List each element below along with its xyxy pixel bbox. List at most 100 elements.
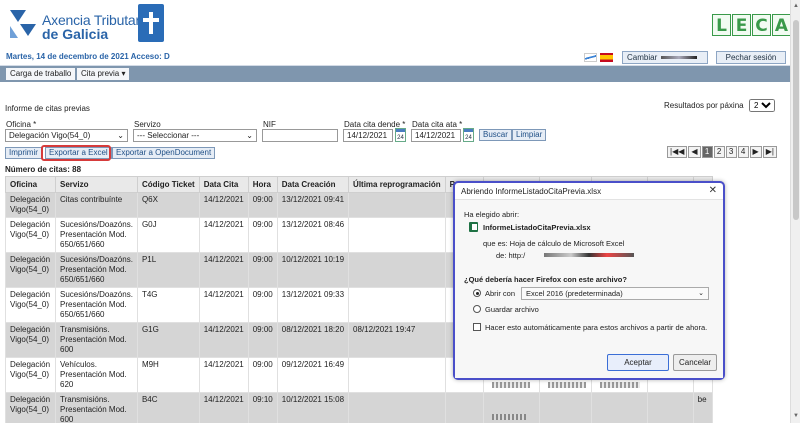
redacted-text <box>661 56 698 60</box>
calendar-to-icon[interactable]: 24 <box>463 128 474 142</box>
table-cell <box>348 357 446 393</box>
file-name: InformeListadoCitaPrevia.xlsx <box>483 223 591 232</box>
results-per-page-select[interactable]: 20 <box>749 99 775 112</box>
table-cell: 09:10 <box>247 392 278 423</box>
table-cell: 13/12/2021 09:33 <box>276 287 350 323</box>
spanish-flag-icon[interactable] <box>600 53 613 62</box>
table-cell: 14/12/2021 <box>198 217 249 253</box>
page-1-button[interactable]: 1 <box>701 146 713 158</box>
oficina-select[interactable]: Delegación Vigo(54_0) ⌄ <box>5 129 128 142</box>
page-3-button[interactable]: 3 <box>725 146 737 158</box>
table-cell: Sucesións/Doazóns. Presentación Mod. 650… <box>55 217 138 253</box>
scroll-down-icon[interactable]: ▼ <box>792 412 800 420</box>
open-with-app-value: Excel 2016 (predeterminada) <box>526 289 623 298</box>
column-header[interactable]: Oficina <box>5 176 56 193</box>
dialog-title: Abriendo InformeListadoCitaPrevia.xlsx <box>461 187 602 196</box>
table-cell <box>348 192 446 218</box>
results-label: Resultados por páxina <box>664 101 744 110</box>
open-with-label[interactable]: Abrir con <box>485 289 515 298</box>
file-type: que es: Hoja de cálculo de Microsoft Exc… <box>483 239 625 248</box>
table-cell: 09:00 <box>247 322 278 358</box>
redacted-url <box>544 253 634 257</box>
menu-item-carga[interactable]: Carga de traballo <box>6 68 76 80</box>
chevron-down-icon: ⌄ <box>117 131 124 140</box>
prev-page-button[interactable]: ◀ <box>688 146 701 158</box>
table-cell: P1L <box>136 252 200 288</box>
column-header[interactable]: Código Ticket <box>136 176 200 193</box>
search-button[interactable]: Buscar <box>479 129 512 141</box>
xunta-shield-icon <box>138 4 164 42</box>
scroll-thumb[interactable] <box>793 20 799 220</box>
page-scrollbar[interactable]: ▲ ▼ <box>790 0 800 423</box>
cancel-button[interactable]: Cancelar <box>673 354 717 371</box>
change-button[interactable]: Cambiar <box>622 51 708 64</box>
clear-button[interactable]: Limpiar <box>512 129 547 141</box>
appointments-count: Número de citas: 88 <box>5 165 82 174</box>
next-page-button[interactable]: ▶ <box>749 146 762 158</box>
column-header[interactable]: Hora <box>247 176 278 193</box>
column-header[interactable]: Servizo <box>55 176 138 193</box>
table-cell: 10/12/2021 10:19 <box>276 252 350 288</box>
excel-file-icon <box>469 222 478 232</box>
table-cell: Delegación Vigo(54_0) <box>5 192 56 218</box>
chosen-label: Ha elegido abrir: <box>464 210 520 219</box>
table-cell: 09:00 <box>247 192 278 218</box>
table-cell <box>348 217 446 253</box>
chevron-down-icon: ⌄ <box>698 290 704 297</box>
date-to-label: Data cita ata * <box>412 120 463 129</box>
table-cell: G0J <box>136 217 200 253</box>
table-cell: Delegación Vigo(54_0) <box>5 357 56 393</box>
table-cell <box>348 392 446 423</box>
oficina-value: Delegación Vigo(54_0) <box>9 131 91 140</box>
menu-item-cita-previa[interactable]: Cita previa ▾ <box>77 68 130 80</box>
main-menu: Carga de traballo Cita previa ▾ <box>0 66 790 82</box>
leca-letter: A <box>772 14 791 36</box>
chevron-down-icon: ⌄ <box>246 131 253 140</box>
org-name-line2: de Galicia <box>42 26 109 42</box>
atriga-logo-icon <box>10 10 36 38</box>
column-header[interactable]: Última reprogramación <box>348 176 446 193</box>
table-row[interactable]: Delegación Vigo(54_0) Transmisións. Prese… <box>5 392 713 423</box>
open-with-app-select[interactable]: Excel 2016 (predeterminada) ⌄ <box>521 287 709 300</box>
auto-action-label[interactable]: Hacer esto automáticamente para estos ar… <box>485 323 707 332</box>
save-file-radio[interactable] <box>473 305 481 313</box>
table-cell: 14/12/2021 <box>198 287 249 323</box>
print-button[interactable]: Imprimir <box>5 147 42 159</box>
table-cell: 09:00 <box>247 252 278 288</box>
open-with-radio[interactable] <box>473 289 481 297</box>
first-page-button[interactable]: |◀◀ <box>667 146 688 158</box>
table-cell: Vehículos. Presentación Mod. 620 <box>55 357 138 393</box>
table-cell: 09:00 <box>247 217 278 253</box>
table-cell: 10/12/2021 15:08 <box>276 392 350 423</box>
servizo-select[interactable]: --- Seleccionar --- ⌄ <box>133 129 257 142</box>
table-cell <box>538 392 592 423</box>
leca-letter: C <box>752 14 771 36</box>
auto-action-checkbox[interactable] <box>473 323 481 331</box>
logout-button[interactable]: Pechar sesión <box>716 51 786 64</box>
page-2-button[interactable]: 2 <box>713 146 725 158</box>
column-header[interactable]: Data Creación <box>276 176 350 193</box>
save-file-label[interactable]: Guardar archivo <box>485 305 539 314</box>
download-dialog: Abriendo InformeListadoCitaPrevia.xlsx ✕… <box>453 181 725 380</box>
table-cell: 08/12/2021 19:47 <box>348 322 446 358</box>
pagination: |◀◀ ◀ 1 2 3 4 ▶ ▶| <box>667 146 777 158</box>
galician-flag-icon[interactable] <box>584 53 597 62</box>
table-cell: Delegación Vigo(54_0) <box>5 392 56 423</box>
session-date: Martes, 14 de decembro de 2021 Acceso: D <box>6 52 170 61</box>
page-4-button[interactable]: 4 <box>737 146 749 158</box>
date-from-input[interactable]: 14/12/2021 <box>343 129 393 142</box>
accept-button[interactable]: Aceptar <box>607 354 669 371</box>
close-icon[interactable]: ✕ <box>709 185 717 196</box>
date-to-input[interactable]: 14/12/2021 <box>411 129 461 142</box>
calendar-from-icon[interactable]: 24 <box>395 128 406 142</box>
table-cell: Transmisións. Presentación Mod. 600 <box>55 322 138 358</box>
scroll-up-icon[interactable]: ▲ <box>792 2 800 10</box>
file-source: de: http:/ <box>496 251 526 260</box>
table-cell: M9H <box>136 357 200 393</box>
export-odt-button[interactable]: Exportar a OpenDocument <box>112 147 216 159</box>
redacted-text <box>492 414 526 420</box>
nif-input[interactable] <box>262 129 338 142</box>
last-page-button[interactable]: ▶| <box>762 146 777 158</box>
servizo-value: --- Seleccionar --- <box>137 131 200 140</box>
column-header[interactable]: Data Cita <box>198 176 249 193</box>
